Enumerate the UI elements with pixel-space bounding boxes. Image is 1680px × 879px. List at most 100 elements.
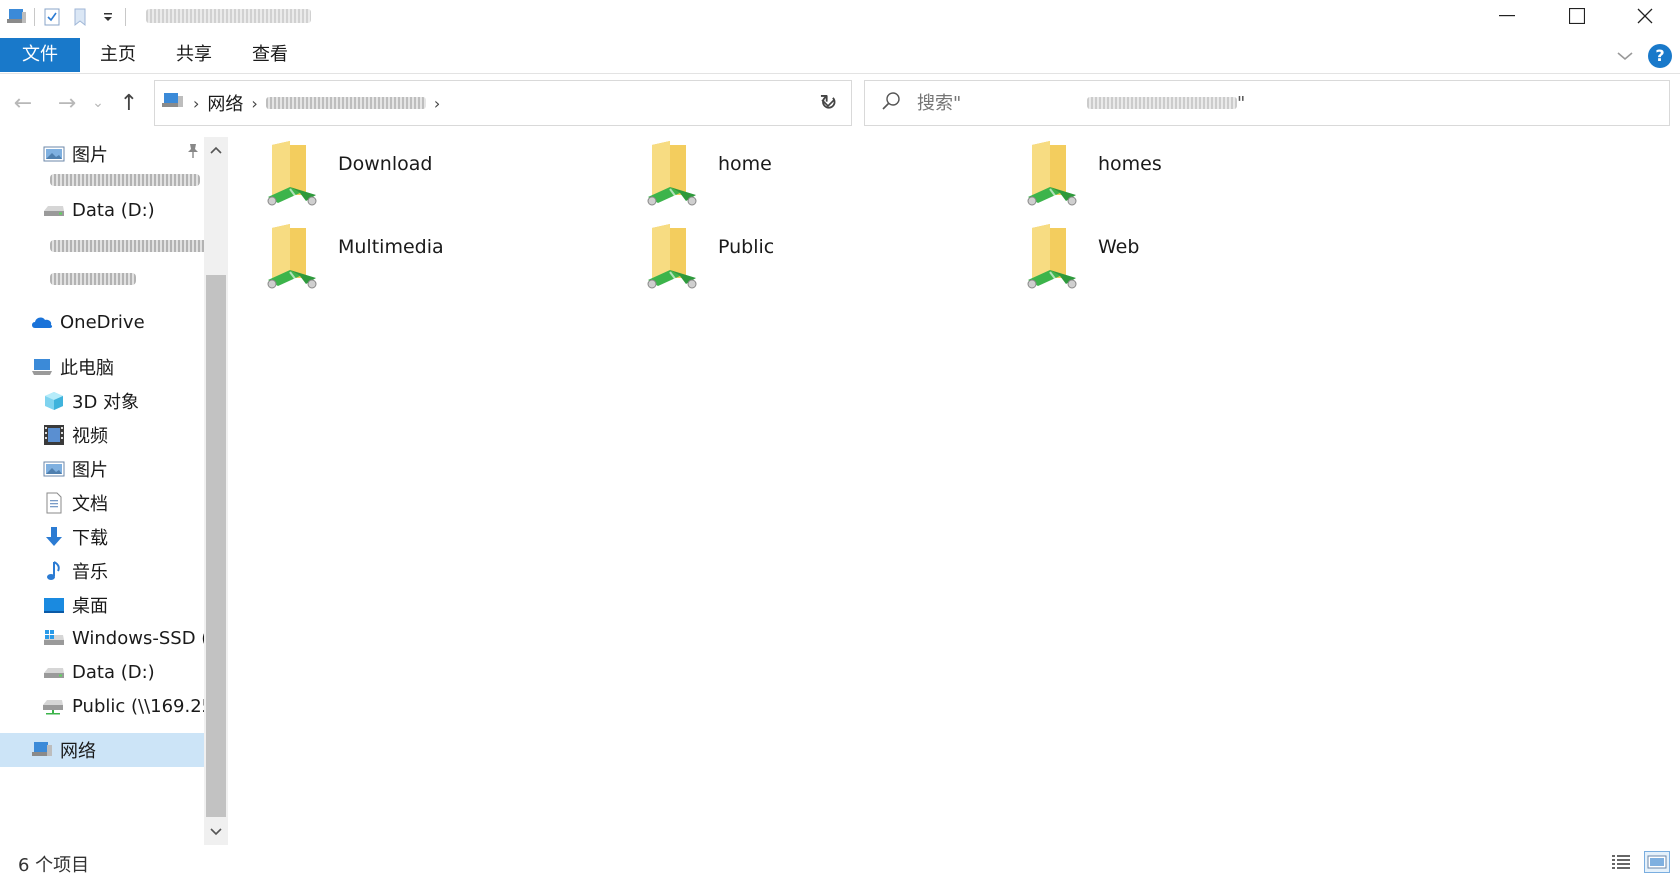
videos-icon: [42, 424, 66, 446]
shared-folder-icon: [1020, 220, 1086, 294]
scroll-up-arrow-icon[interactable]: [204, 137, 228, 163]
ribbon-tabs: 文件 主页 共享 查看 ?: [0, 38, 1680, 74]
sidebar-item-desktop[interactable]: 桌面: [0, 588, 204, 622]
sidebar-item-public-network-drive[interactable]: Public (\\169.25: [0, 689, 204, 723]
customize-toolbar-dropdown-icon[interactable]: [97, 6, 119, 28]
sidebar-item-label: 3D 对象: [72, 392, 140, 413]
sidebar-item-3d-objects[interactable]: 3D 对象: [0, 384, 204, 418]
breadcrumb-host-obscured[interactable]: [265, 97, 426, 109]
address-bar[interactable]: › 网络 › ›: [154, 80, 852, 126]
3d-objects-icon: [42, 390, 66, 412]
list-item[interactable]: Download: [238, 137, 598, 215]
folder-name: Web: [1098, 236, 1140, 258]
item-count: 6 个项目: [18, 855, 90, 876]
sidebar-item-documents[interactable]: 文档: [0, 486, 204, 520]
status-bar: 6 个项目: [0, 846, 1680, 879]
expand-ribbon-chevron-icon[interactable]: [1616, 47, 1634, 66]
file-list: Download home homes Multimedia Public We…: [238, 137, 1680, 837]
breadcrumb-chevron-icon[interactable]: ›: [251, 94, 257, 113]
forward-button[interactable]: →: [52, 88, 82, 118]
help-icon[interactable]: ?: [1648, 44, 1672, 68]
list-item[interactable]: Multimedia: [238, 220, 598, 298]
details-view-icon[interactable]: [1608, 851, 1634, 873]
list-item[interactable]: homes: [998, 137, 1358, 215]
sidebar-item-this-pc[interactable]: 此电脑: [0, 350, 204, 384]
maximize-button[interactable]: [1542, 0, 1612, 32]
sidebar-item-label: 此电脑: [60, 358, 114, 379]
onedrive-cloud-icon: [30, 311, 54, 333]
sidebar-item-label: 文档: [72, 494, 108, 515]
network-drive-icon: [42, 695, 66, 717]
list-item[interactable]: Web: [998, 220, 1358, 298]
folder-name: Download: [338, 153, 433, 175]
sidebar-item-data-drive-pinned[interactable]: Data (D:): [0, 193, 204, 227]
breadcrumb-chevron-icon[interactable]: ›: [193, 94, 199, 113]
breadcrumb-network[interactable]: 网络: [207, 90, 243, 116]
back-button[interactable]: ←: [8, 88, 38, 118]
music-icon: [42, 560, 66, 582]
sidebar-item-music[interactable]: 音乐: [0, 554, 204, 588]
folder-name: homes: [1098, 153, 1162, 175]
close-button[interactable]: [1610, 0, 1680, 32]
navigation-bar: ← → ⌄ ↑ › 网络 › › ↻ ": [0, 78, 1680, 130]
sidebar-item-videos[interactable]: 视频: [0, 418, 204, 452]
shared-folder-icon: [1020, 137, 1086, 211]
sidebar-item-label: 视频: [72, 426, 108, 447]
window-title-obscured: [146, 9, 311, 23]
pictures-icon: [42, 143, 66, 165]
sidebar-pinned-item-obscured[interactable]: [50, 174, 200, 186]
tab-share[interactable]: 共享: [162, 38, 226, 72]
list-item[interactable]: Public: [618, 220, 978, 298]
tab-file[interactable]: 文件: [0, 38, 80, 72]
search-box[interactable]: ": [864, 80, 1670, 126]
shared-folder-icon: [640, 137, 706, 211]
sidebar-item-label: OneDrive: [60, 311, 145, 333]
sidebar-item-network[interactable]: 网络: [0, 733, 204, 767]
sidebar-item-downloads[interactable]: 下载: [0, 520, 204, 554]
pin-icon[interactable]: [186, 143, 200, 164]
shared-folder-icon: [640, 220, 706, 294]
sidebar-item-label: 图片: [72, 460, 108, 481]
sidebar-item-label: Windows-SSD (: [72, 627, 204, 649]
tab-home[interactable]: 主页: [86, 38, 150, 72]
navigation-pane-scrollbar[interactable]: [204, 137, 228, 845]
documents-icon: [42, 492, 66, 514]
up-button[interactable]: ↑: [114, 88, 144, 118]
scroll-down-arrow-icon[interactable]: [204, 819, 228, 845]
sidebar-item-label: Data (D:): [72, 199, 155, 221]
search-icon: [881, 91, 901, 115]
ribbon-controls: ?: [1616, 44, 1672, 68]
desktop-icon: [42, 594, 66, 616]
sidebar-pinned-item-obscured[interactable]: [50, 240, 218, 252]
sidebar-item-onedrive[interactable]: OneDrive: [0, 305, 204, 339]
list-item[interactable]: home: [618, 137, 978, 215]
recent-locations-dropdown[interactable]: ⌄: [88, 88, 108, 118]
this-pc-icon: [30, 356, 54, 378]
refresh-button[interactable]: ↻: [806, 80, 852, 126]
shared-folder-icon: [260, 137, 326, 211]
properties-icon[interactable]: [41, 6, 63, 28]
tab-view[interactable]: 查看: [238, 38, 302, 72]
toolbar-separator: [125, 8, 126, 26]
downloads-icon: [42, 526, 66, 548]
scrollbar-thumb[interactable]: [206, 275, 226, 817]
view-switcher: [1608, 851, 1670, 873]
search-closing-quote: ": [1237, 92, 1246, 114]
large-icons-view-icon[interactable]: [1644, 851, 1670, 873]
sidebar-item-data-drive[interactable]: Data (D:): [0, 655, 204, 689]
search-input[interactable]: [917, 92, 1087, 114]
drive-icon: [42, 661, 66, 683]
sidebar-item-label: 图片: [72, 145, 108, 166]
new-folder-icon[interactable]: [69, 6, 91, 28]
drive-icon: [42, 199, 66, 221]
breadcrumb-chevron-icon[interactable]: ›: [434, 94, 440, 113]
shared-folder-icon: [260, 220, 326, 294]
sidebar-item-label: Data (D:): [72, 661, 155, 683]
sidebar-item-windows-ssd[interactable]: Windows-SSD (: [0, 621, 204, 655]
sidebar-item-pictures-pinned[interactable]: 图片: [0, 137, 204, 171]
sidebar-pinned-item-obscured[interactable]: [50, 273, 136, 285]
sidebar-item-pictures[interactable]: 图片: [0, 452, 204, 486]
sidebar-item-label: 桌面: [72, 596, 108, 617]
sidebar-item-label: 网络: [60, 741, 96, 762]
minimize-button[interactable]: [1472, 0, 1542, 32]
